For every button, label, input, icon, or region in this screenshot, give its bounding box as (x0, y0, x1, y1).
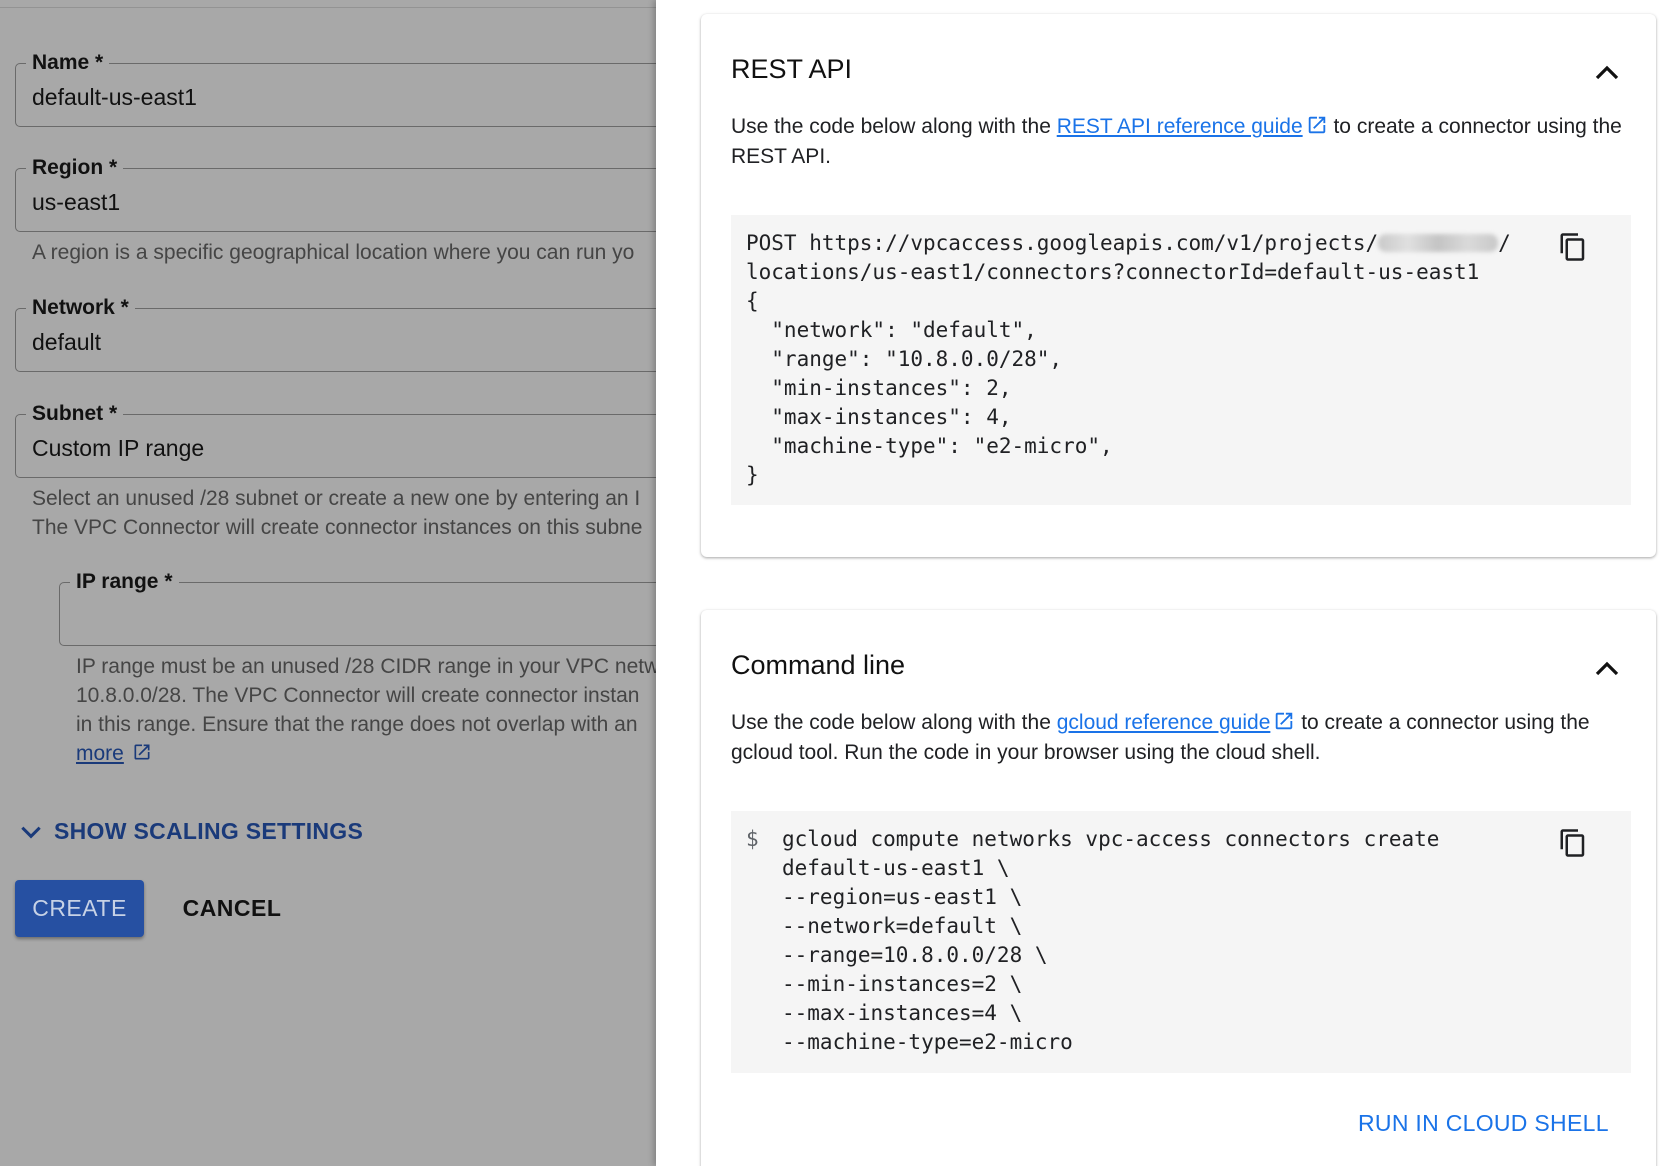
external-link-icon (134, 744, 150, 760)
shell-prompt: $ (746, 827, 759, 851)
command-line-description: Use the code below along with the gcloud… (731, 708, 1631, 768)
rest-api-code-block[interactable]: POST https://vpcaccess.googleapis.com/v1… (731, 215, 1631, 505)
code-line: locations/us-east1/connectors?connectorI… (746, 260, 1480, 284)
code-line: "min-instances": 2, (746, 376, 1012, 400)
code-line: "network": "default", (746, 318, 1037, 342)
rest-api-description: Use the code below along with the REST A… (731, 112, 1631, 172)
network-label: Network * (26, 295, 135, 321)
code-line: --max-instances=4 \ (782, 1001, 1023, 1025)
region-field[interactable]: Region * us-east1 (15, 155, 656, 232)
redacted-project-id (1378, 234, 1499, 252)
code-text: / (1498, 231, 1511, 255)
rest-api-card: REST API Use the code below along with t… (701, 14, 1656, 557)
copy-icon[interactable] (1558, 828, 1588, 858)
cancel-button[interactable]: CANCEL (170, 880, 294, 937)
cli-desc-text-pre: Use the code below along with the (731, 711, 1057, 734)
ip-range-field[interactable]: IP range * (59, 569, 656, 646)
external-link-icon (1276, 712, 1293, 730)
subnet-helper-line1: Select an unused /28 subnet or create a … (32, 487, 641, 510)
show-scaling-settings-button[interactable]: SHOW SCALING SETTINGS (18, 818, 363, 845)
learn-more: more (76, 739, 152, 768)
learn-more-link[interactable]: more (76, 742, 124, 765)
external-link-icon (1308, 116, 1325, 134)
code-line: "max-instances": 4, (746, 405, 1012, 429)
code-line: { (746, 289, 759, 313)
code-line: --range=10.8.0.0/28 \ (782, 943, 1048, 967)
network-value: default (32, 329, 102, 355)
subnet-field[interactable]: Subnet * Custom IP range (15, 401, 656, 478)
subnet-label: Subnet * (26, 401, 124, 427)
code-text: POST https://vpcaccess.googleapis.com/v1… (746, 231, 1379, 255)
name-value: default-us-east1 (32, 84, 197, 110)
subnet-helper-line2: The VPC Connector will create connector … (32, 516, 643, 539)
name-field[interactable]: Name * default-us-east1 (15, 50, 656, 127)
subnet-value: Custom IP range (32, 435, 205, 461)
command-line-code-block[interactable]: $ gcloud compute networks vpc-access con… (731, 811, 1631, 1073)
gcloud-reference-link[interactable]: gcloud reference guide (1057, 711, 1271, 734)
ip-range-helper-line1: IP range must be an unused /28 CIDR rang… (76, 655, 656, 678)
copy-icon[interactable] (1558, 232, 1588, 262)
code-line: --machine-type=e2-micro (782, 1030, 1073, 1054)
code-line: POST https://vpcaccess.googleapis.com/v1… (746, 229, 1616, 258)
run-in-cloud-shell-button[interactable]: RUN IN CLOUD SHELL (1358, 1110, 1609, 1137)
create-button[interactable]: CREATE (15, 880, 144, 937)
code-line: gcloud compute networks vpc-access conne… (782, 827, 1440, 851)
code-line: default-us-east1 \ (782, 856, 1010, 880)
code-line: } (746, 463, 759, 487)
command-line-card: Command line Use the code below along wi… (701, 610, 1656, 1166)
code-line: --network=default \ (782, 914, 1023, 938)
code-line: --region=us-east1 \ (782, 885, 1023, 909)
chevron-up-icon[interactable] (1592, 58, 1622, 88)
connector-form: Name * default-us-east1 Region * us-east… (0, 0, 656, 1166)
equivalent-code-panel: REST API Use the code below along with t… (656, 0, 1666, 1166)
code-line: "machine-type": "e2-micro", (746, 434, 1113, 458)
command-line-title: Command line (731, 650, 906, 680)
ip-range-helper-line2: 10.8.0.0/28. The VPC Connector will crea… (76, 684, 640, 707)
rest-api-reference-link[interactable]: REST API reference guide (1057, 115, 1303, 138)
rest-api-title: REST API (731, 54, 853, 84)
ip-range-label: IP range * (70, 569, 179, 595)
chevron-up-icon[interactable] (1592, 654, 1622, 684)
code-line: "range": "10.8.0.0/28", (746, 347, 1063, 371)
name-label: Name * (26, 50, 110, 76)
code-line: --min-instances=2 \ (782, 972, 1023, 996)
ip-range-helper-line3: in this range. Ensure that the range doe… (76, 713, 638, 736)
region-helper: A region is a specific geographical loca… (32, 241, 635, 264)
region-value: us-east1 (32, 189, 121, 215)
rest-desc-text-pre: Use the code below along with the (731, 115, 1057, 138)
show-scaling-label: SHOW SCALING SETTINGS (54, 818, 364, 844)
network-field[interactable]: Network * default (15, 295, 656, 372)
divider (0, 7, 656, 8)
region-label: Region * (26, 155, 124, 181)
chevron-down-icon (21, 826, 41, 838)
